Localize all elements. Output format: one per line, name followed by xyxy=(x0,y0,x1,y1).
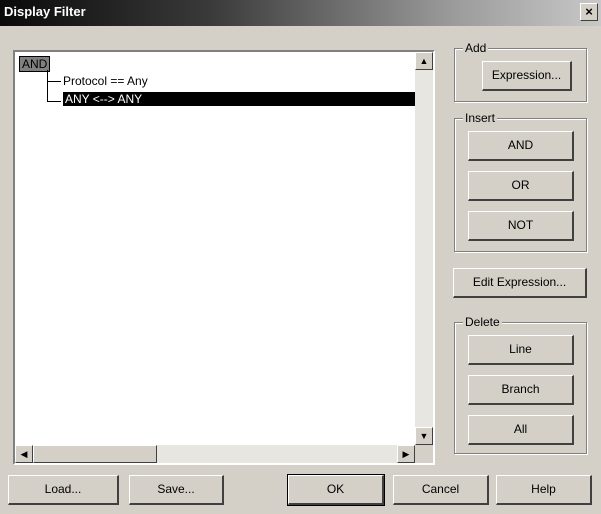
scroll-down-button[interactable]: ▼ xyxy=(415,427,433,445)
expression-button-label: Expression... xyxy=(491,68,562,82)
tree-content: AND Protocol == Any ANY <--> ANY xyxy=(15,52,415,445)
delete-all-button[interactable]: All xyxy=(468,415,574,445)
arrow-up-icon: ▲ xyxy=(419,56,429,66)
horizontal-scrollbar[interactable]: ◀ ▶ xyxy=(15,445,415,463)
ok-button[interactable]: OK xyxy=(287,474,385,506)
delete-branch-button[interactable]: Branch xyxy=(468,375,574,405)
edit-expression-label: Edit Expression... xyxy=(472,275,567,289)
delete-line-button[interactable]: Line xyxy=(468,335,574,365)
edit-expression-button[interactable]: Edit Expression... xyxy=(453,268,587,298)
arrow-down-icon: ▼ xyxy=(419,431,429,441)
tree-node-address-selected[interactable]: ANY <--> ANY xyxy=(63,92,415,106)
dialog-title: Display Filter xyxy=(4,4,86,19)
insert-or-label: OR xyxy=(511,178,530,192)
insert-group: Insert AND OR NOT xyxy=(454,111,587,252)
add-group-label: Add xyxy=(463,41,489,55)
insert-and-label: AND xyxy=(507,138,534,152)
insert-and-button[interactable]: AND xyxy=(468,131,574,161)
delete-all-label: All xyxy=(513,422,528,436)
scrollbar-corner xyxy=(415,445,433,463)
horizontal-scroll-thumb[interactable] xyxy=(33,445,157,463)
scroll-up-button[interactable]: ▲ xyxy=(415,52,433,70)
expression-button[interactable]: Expression... xyxy=(482,61,572,91)
insert-not-button[interactable]: NOT xyxy=(468,211,574,241)
scroll-right-button[interactable]: ▶ xyxy=(397,445,415,463)
delete-branch-label: Branch xyxy=(501,382,540,396)
insert-or-button[interactable]: OR xyxy=(468,171,574,201)
insert-group-label: Insert xyxy=(463,111,498,125)
tree-node-root[interactable]: AND xyxy=(19,56,51,72)
scroll-left-button[interactable]: ◀ xyxy=(15,445,33,463)
title-bar[interactable]: Display Filter × xyxy=(0,0,601,26)
vertical-scrollbar[interactable]: ▲ ▼ xyxy=(415,52,433,445)
arrow-left-icon: ◀ xyxy=(20,449,28,459)
cancel-button[interactable]: Cancel xyxy=(393,475,489,505)
help-label: Help xyxy=(531,482,556,496)
delete-group: Delete Line Branch All xyxy=(454,315,587,454)
cancel-label: Cancel xyxy=(421,482,460,496)
help-button[interactable]: Help xyxy=(496,475,592,505)
tree-node-protocol[interactable]: Protocol == Any xyxy=(63,74,148,88)
close-button[interactable]: × xyxy=(580,3,598,21)
ok-label: OK xyxy=(326,482,345,496)
tree-connector-branch-1 xyxy=(47,81,61,82)
arrow-right-icon: ▶ xyxy=(402,449,410,459)
delete-line-label: Line xyxy=(509,342,532,356)
load-button[interactable]: Load... xyxy=(8,475,119,505)
add-group: Add Expression... xyxy=(454,41,587,102)
insert-not-label: NOT xyxy=(507,218,534,232)
tree-connector-vertical xyxy=(47,70,48,102)
save-label: Save... xyxy=(157,482,195,496)
display-filter-dialog: Display Filter × AND Protocol == Any ANY… xyxy=(0,0,601,514)
delete-group-label: Delete xyxy=(463,315,502,329)
close-icon: × xyxy=(585,4,593,19)
tree-connector-branch-2 xyxy=(47,101,61,102)
load-label: Load... xyxy=(44,482,82,496)
filter-tree-view[interactable]: AND Protocol == Any ANY <--> ANY ▲ ▼ ◀ ▶ xyxy=(13,50,435,465)
save-button[interactable]: Save... xyxy=(129,475,224,505)
